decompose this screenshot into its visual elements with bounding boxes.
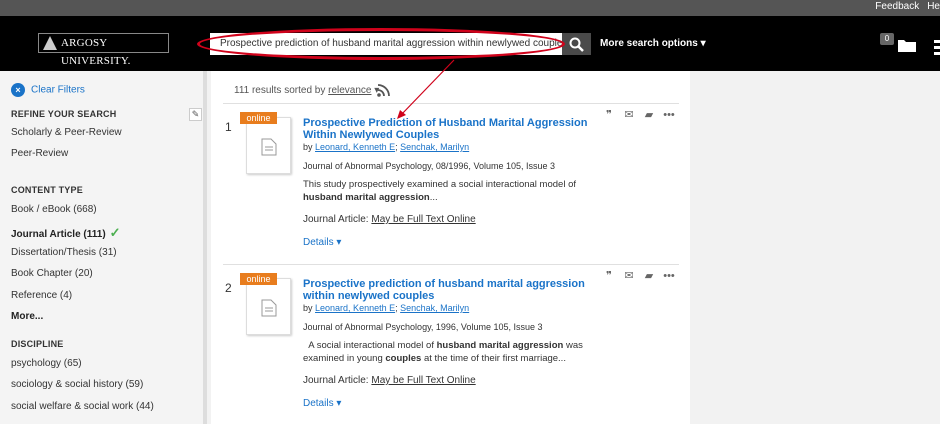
snippet-text: This study prospectively examined a soci… (303, 179, 576, 190)
search-icon (569, 37, 584, 52)
search-button[interactable] (562, 33, 591, 55)
clear-filters-button[interactable]: × Clear Filters (11, 83, 85, 97)
quote-icon[interactable]: ❞ (601, 108, 617, 121)
menu-icon[interactable] (934, 40, 940, 58)
result-number: 2 (225, 281, 232, 295)
caret-down-icon: ▾ (336, 237, 342, 248)
more-icon[interactable]: ••• (661, 109, 677, 121)
close-icon: × (11, 83, 25, 97)
by-label: by (303, 142, 313, 152)
content-type-heading: CONTENT TYPE (11, 185, 83, 195)
pencil-icon[interactable]: ✎ (189, 108, 202, 121)
by-label: by (303, 303, 313, 313)
result-journal: Journal of Abnormal Psychology, 1996, Vo… (303, 322, 543, 332)
details-label: Details (303, 398, 334, 409)
discipline-heading: DISCIPLINE (11, 339, 64, 349)
result-snippet: A social interactional model of husband … (303, 339, 583, 365)
document-icon (261, 138, 277, 156)
result-thumbnail[interactable] (246, 278, 291, 335)
feedback-link[interactable]: Feedback (875, 1, 919, 12)
details-toggle[interactable]: Details ▾ (303, 237, 341, 248)
filter-sidebar: × Clear Filters REFINE YOUR SEARCH ✎ Scho… (0, 71, 207, 424)
help-link[interactable]: He (927, 1, 940, 12)
author-link[interactable]: Leonard, Kenneth E (315, 303, 395, 313)
online-badge: online (240, 112, 277, 124)
result-journal: Journal of Abnormal Psychology, 08/1996,… (303, 161, 555, 171)
author-link[interactable]: Senchak, Marilyn (400, 303, 469, 313)
logo-mark-icon (43, 36, 57, 50)
annotation-ellipse (197, 28, 565, 60)
result-authors: by Leonard, Kenneth E; Senchak, Marilyn (303, 142, 469, 152)
result-number: 1 (225, 120, 232, 134)
filter-scholarly-peer-review[interactable]: Scholarly & Peer-Review (11, 127, 122, 138)
filter-peer-review[interactable]: Peer-Review (11, 148, 68, 159)
result-title[interactable]: Prospective Prediction of Husband Marita… (303, 117, 593, 141)
format-label: Journal Article: (303, 214, 369, 225)
refine-heading: REFINE YOUR SEARCH (11, 109, 117, 119)
result-actions: ❞ ✉ ▰ ••• (601, 108, 681, 121)
header: ARGOSY UNIVERSITY. Prospective predictio… (0, 16, 940, 71)
divider (223, 264, 679, 265)
snippet-highlight: husband marital aggression (303, 192, 430, 203)
rss-icon[interactable] (377, 84, 390, 97)
filter-book-ebook[interactable]: Book / eBook (668) (11, 204, 97, 215)
filter-book-chapter[interactable]: Book Chapter (20) (11, 268, 93, 279)
email-icon[interactable]: ✉ (621, 269, 637, 282)
online-badge: online (240, 273, 277, 285)
full-text-link[interactable]: May be Full Text Online (371, 375, 475, 386)
snippet-text: at the time of their first marriage... (423, 353, 566, 364)
utility-bar: Feedback He (0, 0, 940, 16)
result-snippet: This study prospectively examined a soci… (303, 178, 583, 204)
full-text-line: Journal Article: May be Full Text Online (303, 214, 476, 225)
author-separator: ; (395, 303, 398, 313)
details-toggle[interactable]: Details ▾ (303, 398, 341, 409)
more-icon[interactable]: ••• (661, 270, 677, 282)
caret-down-icon: ▾ (700, 38, 706, 49)
result-title[interactable]: Prospective prediction of husband marita… (303, 278, 593, 302)
snippet-highlight: couples (385, 353, 422, 364)
filter-sociology[interactable]: sociology & social history (59) (11, 379, 143, 390)
document-icon (261, 299, 277, 317)
more-search-options[interactable]: More search options ▾ (600, 38, 706, 49)
add-folder-icon[interactable]: ▰ (641, 108, 657, 121)
logo-text: ARGOSY UNIVERSITY. (61, 37, 131, 67)
quote-icon[interactable]: ❞ (601, 269, 617, 282)
add-folder-icon[interactable]: ▰ (641, 269, 657, 282)
caret-down-icon: ▾ (336, 398, 342, 409)
author-separator: ; (395, 142, 398, 152)
result-thumbnail[interactable] (246, 117, 291, 174)
format-label: Journal Article: (303, 375, 369, 386)
logo[interactable]: ARGOSY UNIVERSITY. (38, 33, 169, 67)
author-link[interactable]: Leonard, Kenneth E (315, 142, 395, 152)
full-text-line: Journal Article: May be Full Text Online (303, 375, 476, 386)
full-text-link[interactable]: May be Full Text Online (371, 214, 475, 225)
snippet-highlight: husband marital aggression (436, 340, 564, 351)
folder-icon[interactable] (898, 38, 916, 52)
snippet-text: A social interactional model of (308, 340, 434, 351)
utility-links: Feedback He (867, 1, 940, 12)
filter-dissertation-thesis[interactable]: Dissertation/Thesis (31) (11, 247, 117, 258)
author-link[interactable]: Senchak, Marilyn (400, 142, 469, 152)
filter-reference[interactable]: Reference (4) (11, 290, 72, 301)
results-summary: 111 results sorted by relevance ▾ (234, 85, 379, 96)
details-label: Details (303, 237, 334, 248)
results-count: 111 results sorted by (234, 85, 326, 96)
result-actions: ❞ ✉ ▰ ••• (601, 269, 681, 282)
folder-count-badge: 0 (880, 33, 894, 45)
filter-journal-article-label: Journal Article (111) (11, 229, 106, 240)
result-authors: by Leonard, Kenneth E; Senchak, Marilyn (303, 303, 469, 313)
email-icon[interactable]: ✉ (621, 108, 637, 121)
check-icon: ✓ (109, 225, 121, 240)
clear-filters-label: Clear Filters (31, 84, 85, 96)
right-pane (690, 71, 940, 424)
filter-journal-article[interactable]: Journal Article (111) ✓ (11, 225, 121, 241)
more-search-options-label: More search options (600, 38, 698, 49)
snippet-text: ... (429, 192, 438, 203)
more-content-types-link[interactable]: More... (11, 311, 43, 322)
filter-psychology[interactable]: psychology (65) (11, 358, 82, 369)
filter-social-welfare[interactable]: social welfare & social work (44) (11, 401, 154, 412)
sort-dropdown[interactable]: relevance (328, 85, 371, 96)
divider (223, 103, 679, 104)
results-panel: 111 results sorted by relevance ▾ 1 onli… (211, 71, 690, 424)
